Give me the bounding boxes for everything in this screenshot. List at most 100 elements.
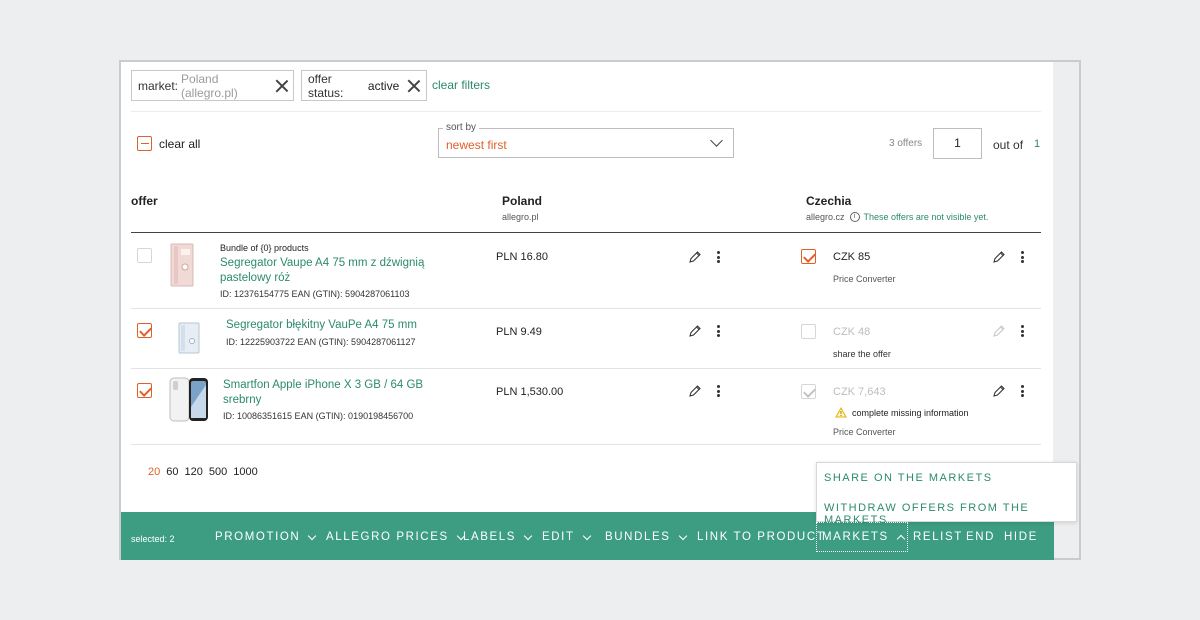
action-label: MARKETS [822, 531, 889, 543]
filter-chip-status: offer status: active [301, 70, 427, 101]
markets-dropdown: SHARE ON THE MARKETS WITHDRAW OFFERS FRO… [816, 462, 1077, 526]
column-header-czechia: Czechia [806, 194, 852, 208]
cz-checkbox[interactable] [801, 249, 816, 264]
product-info: Smartfon Apple iPhone X 3 GB / 64 GB sre… [223, 378, 423, 421]
product-ids: ID: 12376154775 EAN (GTIN): 590428706110… [220, 289, 410, 299]
cz-price: CZK 7,643 [833, 386, 886, 398]
page-number-input[interactable]: 1 [933, 128, 982, 159]
table-header-divider [131, 232, 1041, 233]
more-options-icon[interactable] [715, 324, 721, 338]
filter-value: Poland (allegro.pl) [181, 71, 238, 100]
clear-all-toggle[interactable]: clear all [137, 136, 200, 151]
promotion-menu[interactable]: PROMOTION [215, 531, 317, 543]
product-ids: ID: 10086351615 EAN (GTIN): 019019845670… [223, 411, 414, 421]
price-converter-label: Price Converter [833, 274, 896, 284]
edit-pencil-icon [993, 325, 1005, 337]
product-thumbnail [178, 322, 200, 354]
edit-pencil-icon[interactable] [688, 250, 702, 264]
row-checkbox[interactable] [137, 323, 152, 338]
edit-pencil-icon[interactable] [992, 384, 1006, 398]
offers-count: 3 offers [889, 138, 923, 149]
filter-key: offer status: [308, 71, 344, 100]
row-divider [131, 368, 1041, 369]
more-options-icon[interactable] [715, 384, 721, 398]
sort-value: newest first [446, 138, 507, 152]
hide-button[interactable]: HIDE [1004, 531, 1038, 543]
end-button[interactable]: END [966, 531, 995, 543]
offers-panel: market: Poland (allegro.pl) offer status… [119, 60, 1081, 560]
more-options-icon[interactable] [1019, 324, 1025, 338]
sort-select[interactable]: sort by newest first [438, 122, 734, 158]
more-options-icon[interactable] [1019, 250, 1025, 264]
close-icon[interactable] [275, 79, 287, 93]
cz-price: CZK 48 [833, 326, 871, 338]
share-offer-label[interactable]: share the offer [833, 349, 891, 359]
bundle-label: Bundle of {0} products [220, 243, 309, 253]
info-icon[interactable]: i [849, 212, 860, 222]
product-name[interactable]: Segregator Vaupe A4 75 mm z dźwignią [220, 256, 424, 271]
page-size-selector: 20 60 120 500 1000 [148, 466, 258, 478]
product-info: Bundle of {0} products Segregator Vaupe … [220, 243, 424, 299]
page-size-option[interactable]: 120 [185, 466, 203, 478]
bundles-menu[interactable]: BUNDLES [605, 531, 687, 543]
filter-chip-market: market: Poland (allegro.pl) [131, 70, 294, 101]
column-header-poland: Poland [502, 194, 543, 208]
column-header-offer: offer [131, 194, 158, 208]
price-converter-label: Price Converter [833, 427, 896, 437]
withdraw-offers-item[interactable]: WITHDRAW OFFERS FROM THE MARKETS [824, 502, 1076, 526]
action-label: RELIST [913, 531, 963, 543]
edit-pencil-icon[interactable] [688, 384, 702, 398]
product-name-cont[interactable]: srebrny [223, 393, 423, 408]
product-info: Segregator błękitny VauPe A4 75 mm ID: 1… [226, 318, 417, 347]
product-ids: ID: 12225903722 EAN (GTIN): 590428706112… [226, 337, 416, 347]
row-checkbox[interactable] [137, 383, 152, 398]
chevron-down-icon [308, 531, 317, 540]
page-size-option[interactable]: 60 [166, 466, 178, 478]
product-name-cont[interactable]: pastelowy róż [220, 271, 424, 286]
edit-pencil-icon[interactable] [992, 250, 1006, 264]
chevron-up-icon [896, 534, 906, 543]
cz-checkbox[interactable] [801, 324, 816, 339]
share-on-markets-item[interactable]: SHARE ON THE MARKETS [824, 472, 993, 484]
product-name[interactable]: Smartfon Apple iPhone X 3 GB / 64 GB [223, 378, 423, 393]
warning-text[interactable]: complete missing information [852, 408, 969, 418]
total-pages-link[interactable]: 1 [1034, 138, 1040, 150]
warning-icon [835, 407, 847, 418]
action-label: EDIT [542, 531, 575, 543]
action-label: END [966, 531, 996, 543]
sort-label: sort by [443, 122, 480, 133]
missing-info-warning: complete missing information [835, 407, 969, 418]
clear-all-label: clear all [159, 136, 201, 151]
link-to-product-button[interactable]: LINK TO PRODUCT [697, 531, 825, 543]
page-size-option[interactable]: 1000 [233, 466, 257, 478]
czechia-notice: allegro.cz i These offers are not visibl… [806, 212, 988, 222]
more-options-icon[interactable] [715, 250, 721, 264]
notice-text: These offers are not visible yet. [863, 212, 989, 222]
page-size-option[interactable]: 20 [148, 466, 160, 478]
row-checkbox[interactable] [137, 248, 152, 263]
product-name[interactable]: Segregator błękitny VauPe A4 75 mm [226, 318, 417, 333]
more-options-icon[interactable] [1019, 384, 1025, 398]
allegro-prices-menu[interactable]: ALLEGRO PRICES [326, 531, 465, 543]
edit-menu[interactable]: EDIT [542, 531, 591, 543]
action-label: BUNDLES [605, 531, 671, 543]
relist-button[interactable]: RELIST [913, 531, 963, 543]
filter-key: market: [138, 78, 179, 93]
labels-menu[interactable]: LABELS [463, 531, 533, 543]
action-label: LINK TO PRODUCT [697, 531, 826, 543]
poland-marketplace: allegro.pl [502, 212, 539, 222]
action-label: ALLEGRO PRICES [326, 531, 449, 543]
row-divider [131, 308, 1041, 309]
edit-pencil-icon[interactable] [688, 324, 702, 338]
chevron-down-icon [523, 531, 533, 540]
markets-menu[interactable]: MARKETS [822, 531, 906, 543]
divider [131, 111, 1041, 112]
page-size-option[interactable]: 500 [209, 466, 227, 478]
close-icon[interactable] [407, 79, 420, 93]
select-all-checkbox[interactable] [137, 136, 152, 151]
row-divider [131, 444, 1041, 445]
cz-checkbox [801, 384, 816, 399]
action-label: LABELS [463, 531, 517, 543]
clear-filters-link[interactable]: clear filters [432, 78, 490, 92]
out-of-label: out of [993, 138, 1024, 152]
